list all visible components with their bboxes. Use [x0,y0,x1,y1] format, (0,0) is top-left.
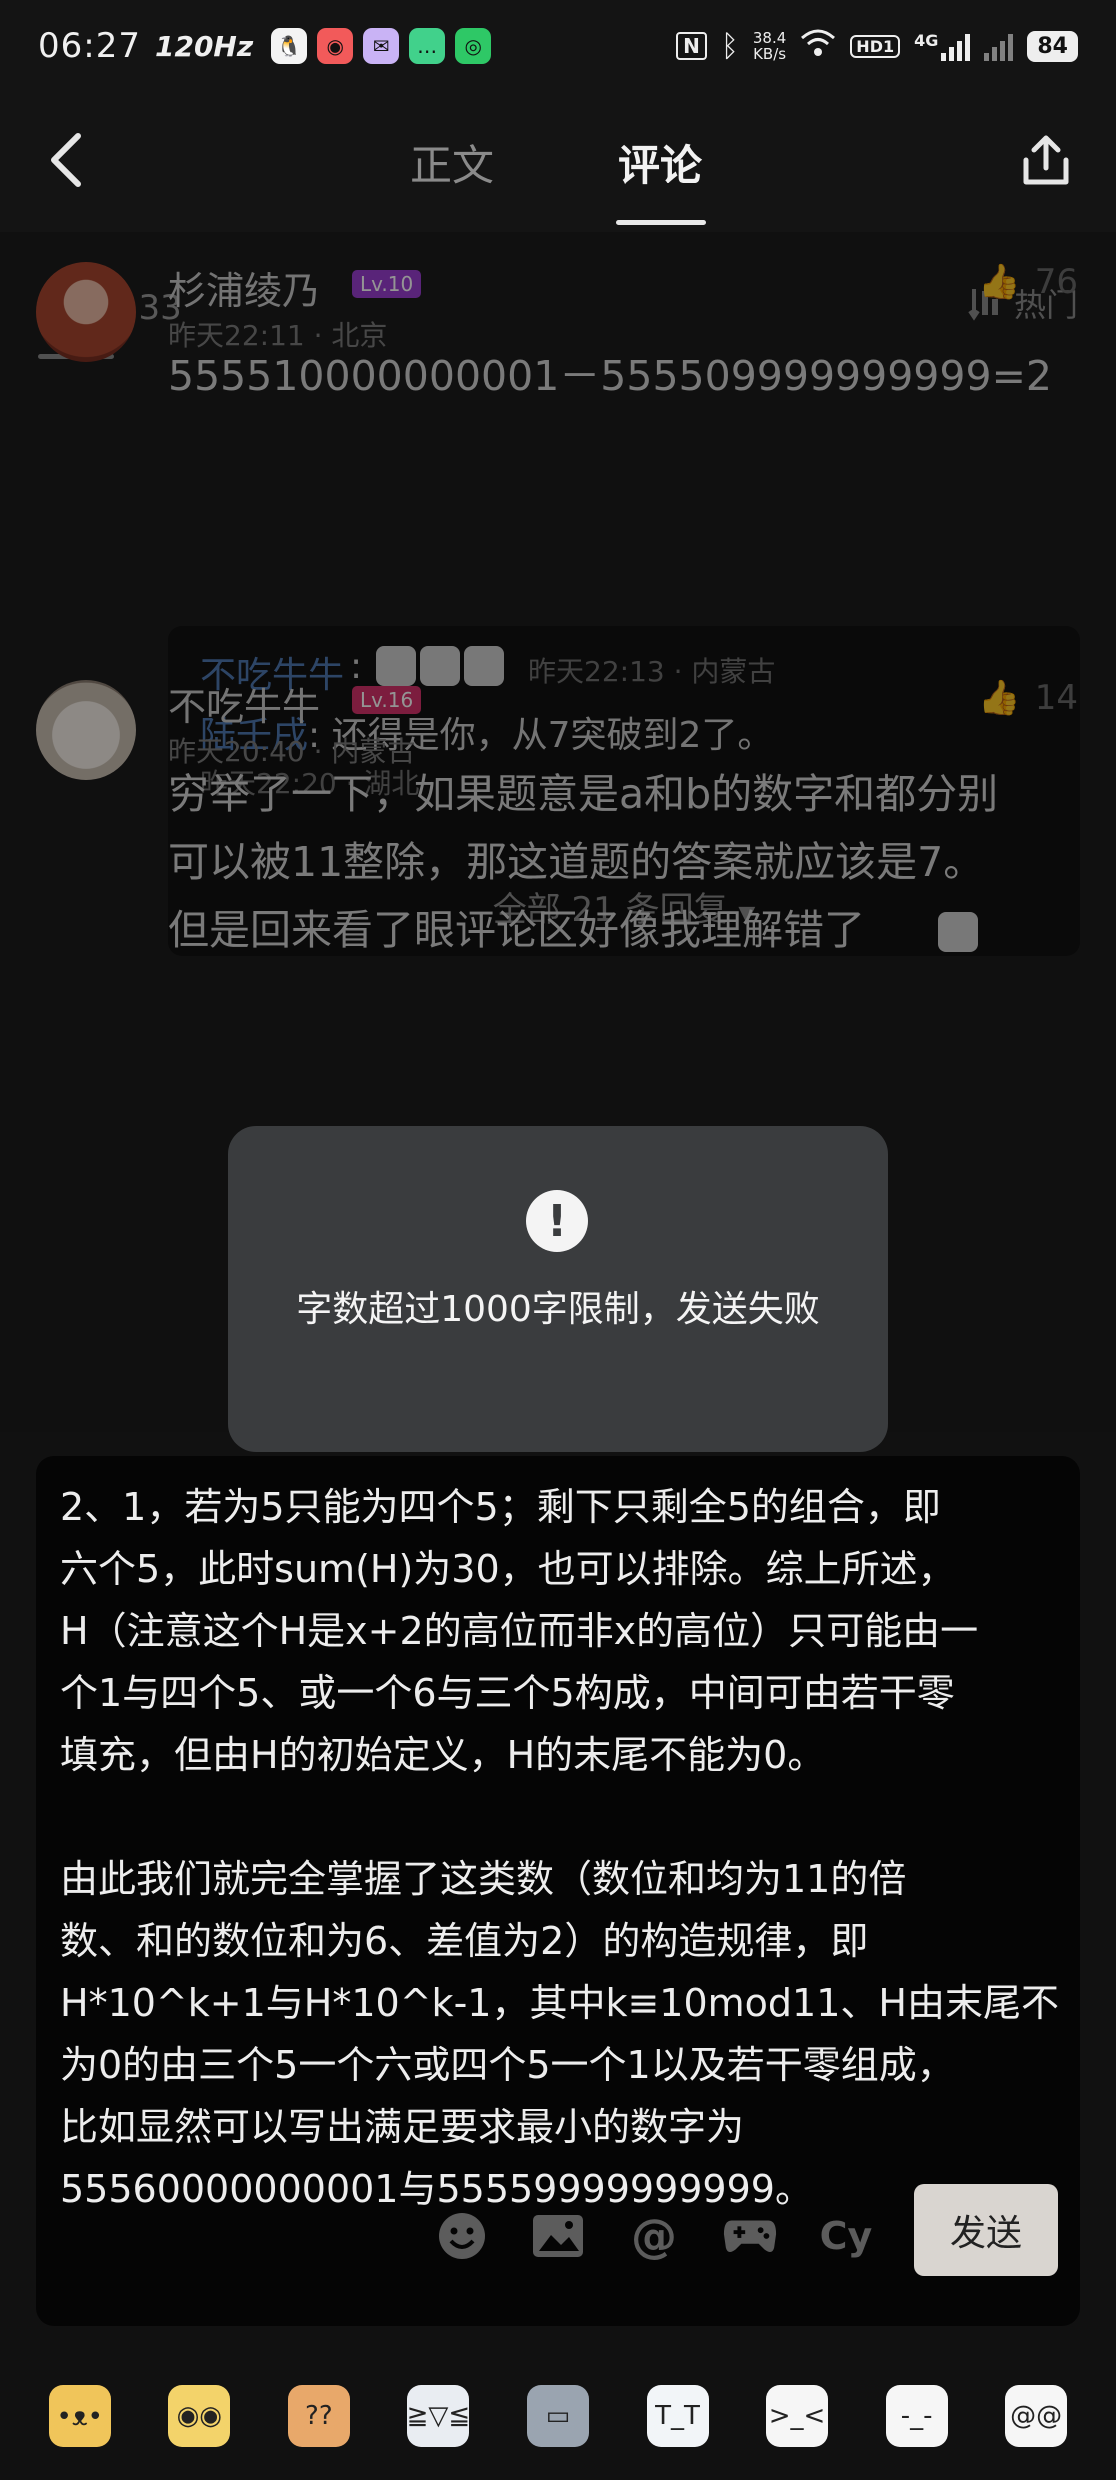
comment-text-line: 但是回来看了眼评论区好像我理解错了 [168,906,865,954]
editor-line: 为0的由三个5一个六或四个5一个1以及若干零组成， [60,2043,955,2087]
comment-text-line: 可以被11整除，那这道题的答案就应该是7。 [168,838,985,886]
alert-icon: ! [526,1190,588,1252]
like-count: 76 [1034,262,1078,302]
refresh-rate: 120Hz [154,29,254,63]
signal-bars-icon [941,31,971,61]
chevron-left-icon [51,133,81,187]
mail-icon: ✉ [363,28,400,64]
editor-toolbar: @ Cy [434,2208,874,2264]
mention-button[interactable]: @ [626,2208,682,2264]
reply-meta: 昨天22:13 · 内蒙古 [528,655,776,688]
editor-line: 由此我们就完全掌握了这类数（数位和均为11的倍 [60,1857,907,1901]
editor-line: 数、和的数位和为6、差值为2）的构造规律，即 [60,1919,869,1963]
wechat-icon: ◎ [455,28,492,64]
chick-emoji[interactable]: ◉◉ [168,2385,231,2447]
sweat-emoji[interactable]: -_- [885,2385,948,2447]
share-button[interactable] [1014,128,1078,192]
toast-message: 字数超过1000字限制，发送失败 [296,1289,820,1330]
helmet-emoji[interactable]: ▭ [526,2385,589,2447]
puzzled-emoji[interactable]: ?? [287,2385,350,2447]
emoji-button[interactable] [434,2208,490,2264]
emoji-icon [420,646,460,686]
comment-text: 555510000000001－555509999999999=2 [168,352,1053,400]
top-nav: 正文 评论 [0,92,1116,232]
signal-4g: 4G [914,31,971,61]
emoji-icon [439,2213,485,2259]
like-count: 14 [1034,678,1078,718]
back-button[interactable] [36,130,96,190]
message-icon: … [409,28,446,64]
hd-badge: HD1 [850,34,901,58]
level-badge: Lv.10 [352,270,422,298]
status-right: N ᛒ 38.4 KB/s HD1 4G 84 [676,28,1078,64]
dizzy-emoji[interactable]: @@ [1005,2385,1068,2447]
battery-level: 84 [1027,30,1078,62]
cy-icon: Cy [819,2214,873,2258]
emoji-icon [464,646,504,686]
status-time: 06:27 [38,26,141,66]
rainbow-emoji[interactable]: >_< [766,2385,829,2447]
tab-main-text[interactable]: 正文 [410,132,494,193]
thumbs-up-icon: 👍 [978,262,1021,302]
avatar[interactable] [36,680,136,780]
sticker-bar: •ᴥ• ◉◉ ?? ≧▽≦ ▭ T_T >_< -_- @@ [0,2352,1116,2480]
comment-username[interactable]: 不吃牛牛 [168,676,320,731]
dog-emoji[interactable]: •ᴥ• [48,2385,111,2447]
bluetooth-icon: ᛒ [720,28,739,64]
wifi-icon [800,28,836,64]
reply-separator: : [350,646,363,687]
avatar[interactable] [36,262,136,362]
error-toast: ! 字数超过1000字限制，发送失败 [228,1126,888,1452]
network-label: 4G [914,31,939,50]
status-bar: 06:27 120Hz 🐧 ◉ ✉ … ◎ N ᛒ 38.4 KB/s HD1 … [0,0,1116,92]
editor-line: 个1与四个5、或一个6与三个5构成，中间可由若干零 [60,1671,955,1715]
comment-username[interactable]: 杉浦绫乃 [168,260,320,315]
speed-unit: KB/s [753,45,787,63]
editor-content: 2、1，若为5只能为四个5；剩下只剩全5的组合，即 六个5，此时sum(H)为3… [60,1476,1060,2220]
gamepad-icon [723,2220,777,2252]
active-tab-indicator [616,220,706,225]
emoji-icon [376,646,416,686]
editor-line: H（注意这个H是x+2的高位而非x的高位）只可能由一 [60,1609,979,1653]
image-button[interactable] [530,2208,586,2264]
like-button[interactable]: 👍 76 [978,262,1078,302]
reply-emojis [376,646,508,686]
signal-bars-2-icon [984,31,1014,61]
nfc-icon: N [676,32,707,60]
network-speed: 38.4 KB/s [753,30,786,62]
editor-line: 六个5，此时sum(H)为30，也可以排除。综上所述， [60,1547,956,1591]
comment-text-line: 穷举了一下，如果题意是a和b的数字和都分别 [168,770,999,818]
game-button[interactable] [722,2208,778,2264]
share-icon [1023,135,1069,185]
notification-icons: 🐧 ◉ ✉ … ◎ [271,28,492,64]
editor-line: 2、1，若为5只能为四个5；剩下只剩全5的组合，即 [60,1485,941,1529]
cry-emoji[interactable]: T_T [646,2385,709,2447]
thumbs-up-icon: 👍 [978,678,1021,718]
cy-button[interactable]: Cy [818,2208,874,2264]
comment-input-panel: 2、1，若为5只能为四个5；剩下只剩全5的组合，即 六个5，此时sum(H)为3… [0,1432,1116,2352]
editor-line: 55560000000001与55559999999999。 [60,2167,813,2211]
image-icon [533,2215,583,2257]
send-button[interactable]: 发送 [914,2184,1058,2276]
editor-line: H*10^k+1与H*10^k-1，其中k≡10mod11、H由末尾不 [60,1981,1059,2025]
tab-comments[interactable]: 评论 [618,132,702,193]
emoji-icon [938,912,982,952]
comment-textarea[interactable]: 2、1，若为5只能为四个5；剩下只剩全5的组合，即 六个5，此时sum(H)为3… [36,1456,1080,2326]
editor-line: 填充，但由H的初始定义，H的末尾不能为0。 [60,1733,826,1777]
at-icon: @ [631,2209,677,2263]
app-icon: ◉ [317,28,354,64]
laugh-cry-emoji[interactable]: ≧▽≦ [407,2385,470,2447]
qq-icon: 🐧 [271,28,308,64]
like-button[interactable]: 👍 14 [978,678,1078,718]
editor-line: 比如显然可以写出满足要求最小的数字为 [60,2105,745,2149]
level-badge: Lv.16 [352,686,422,714]
